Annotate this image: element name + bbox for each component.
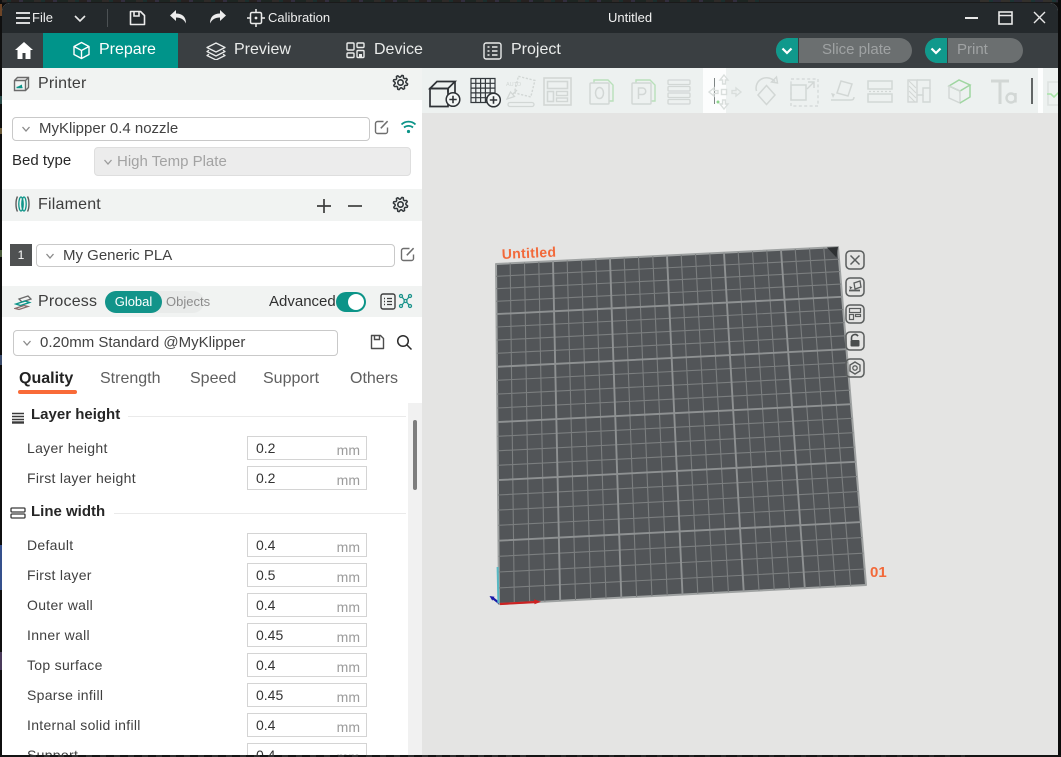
svg-text:Untitled: Untitled [501,244,556,262]
svg-text:01: 01 [870,564,887,581]
svg-text:AUTO: AUTO [506,82,522,88]
